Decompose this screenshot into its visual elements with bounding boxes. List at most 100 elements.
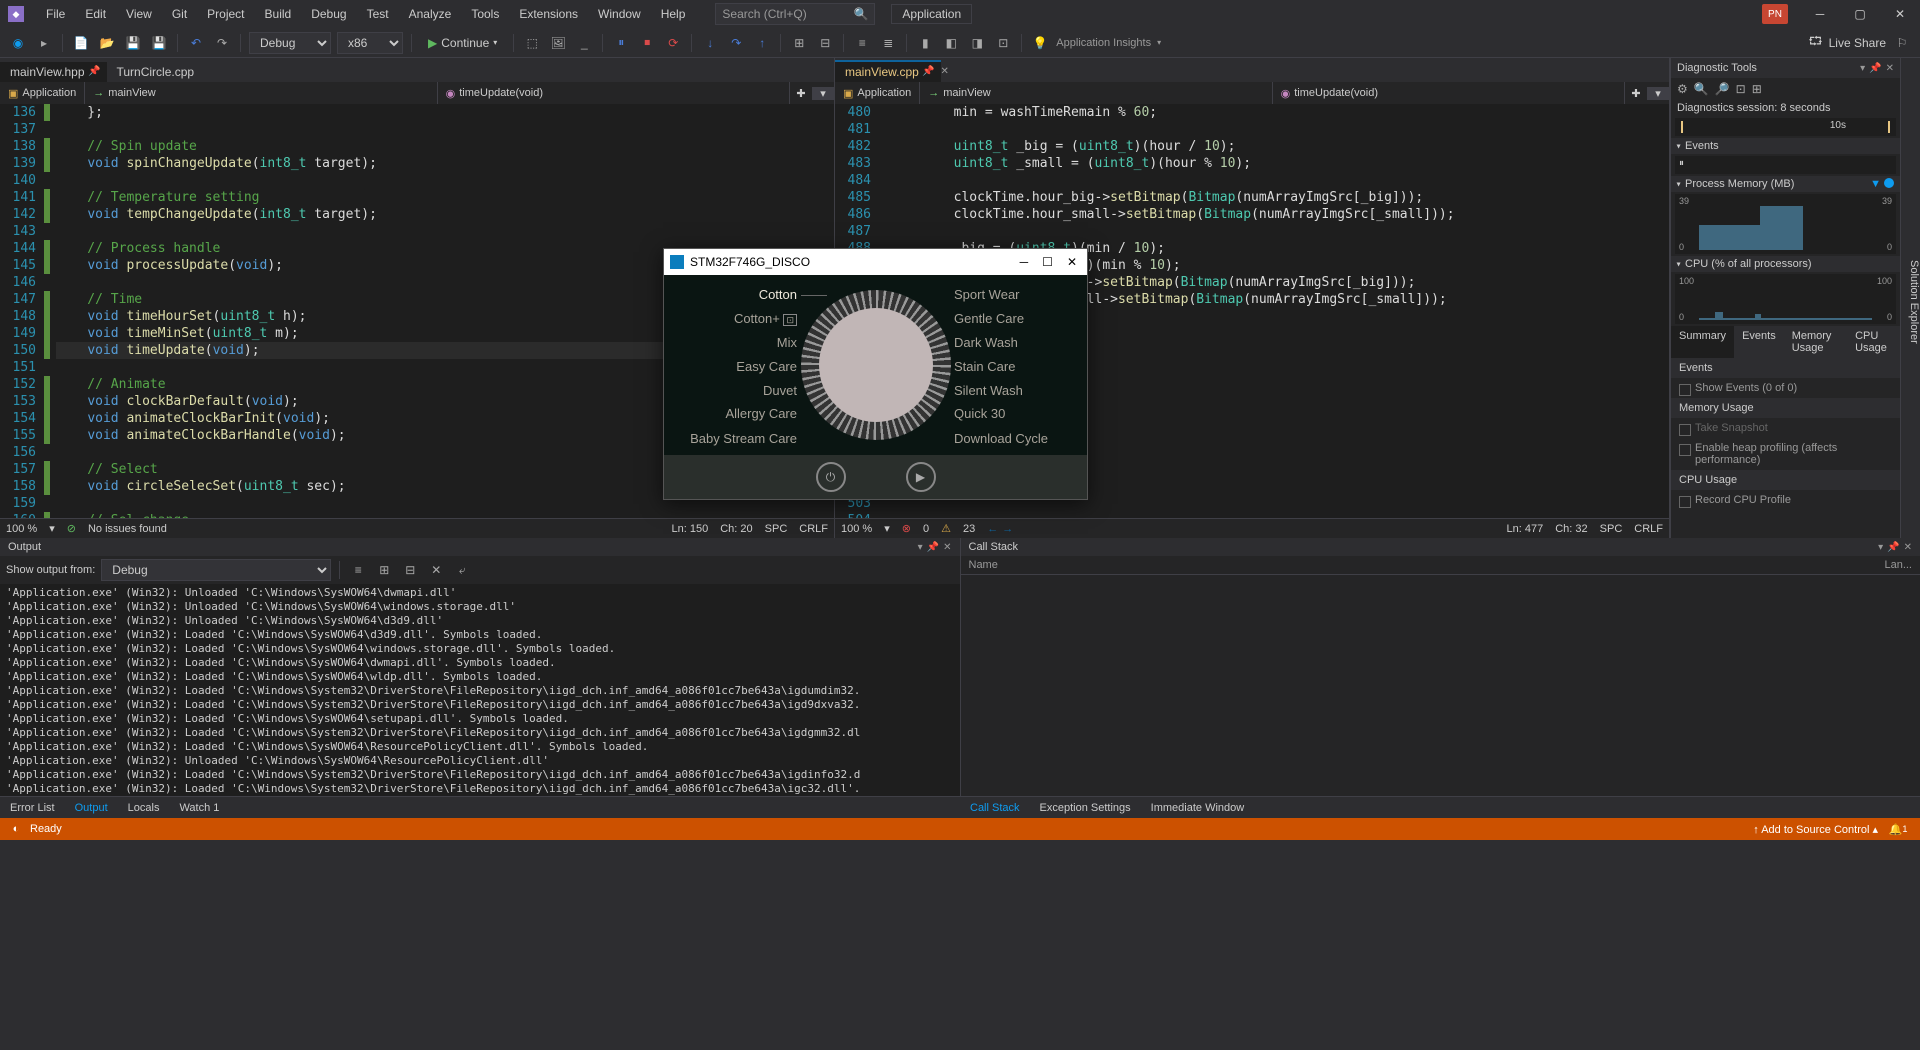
wash-option[interactable]: Gentle Care [954,311,1024,326]
bottom-tab-output[interactable]: Output [65,799,118,817]
zoom-level[interactable]: 100 % [6,523,37,535]
tb-icon-a[interactable]: ⊞ [789,33,809,53]
split-icon[interactable]: ✚ [1625,87,1647,100]
close-icon[interactable]: ✕ [1886,63,1894,74]
tab-mainview-hpp[interactable]: mainView.hpp📌 [0,62,107,82]
tb-icon[interactable]: ⊟ [400,560,420,580]
clear-icon[interactable]: ✕ [426,560,446,580]
save-all-icon[interactable]: 💾 [149,33,169,53]
config-combo[interactable]: Debug [249,32,331,54]
zoom-level-r[interactable]: 100 % [841,523,872,535]
live-share-icon[interactable]: ⮔ [1808,32,1822,53]
bottom-tab-error-list[interactable]: Error List [0,799,65,817]
diag-tab-summary[interactable]: Summary [1671,326,1734,358]
save-icon[interactable]: 💾 [123,33,143,53]
close-icon[interactable]: ✕ [943,542,951,553]
bottom-tab-watch-1[interactable]: Watch 1 [169,799,229,817]
restart-icon[interactable]: ⟳ [663,33,683,53]
live-share-button[interactable]: Live Share [1829,36,1886,50]
wash-option[interactable]: Download Cycle [954,431,1048,446]
wash-option[interactable]: Easy Care [736,359,797,374]
gear-icon[interactable]: ⚙ [1677,82,1688,96]
cpu-section[interactable]: CPU (% of all processors) [1671,256,1900,272]
wash-option[interactable]: Silent Wash [954,383,1023,398]
tb-icon-b[interactable]: ⊟ [815,33,835,53]
menu-build[interactable]: Build [255,3,302,25]
tb-icon-1[interactable]: ⬚ [522,33,542,53]
show-events-item[interactable]: Show Events (0 of 0) [1671,378,1900,398]
marker-icon[interactable]: ▼ [1870,178,1881,190]
take-snapshot-item[interactable]: Take Snapshot [1671,418,1900,438]
dropdown-icon[interactable]: ▾ [812,87,834,100]
nav-next-icon[interactable]: → [1002,523,1013,535]
minimize-button[interactable]: ─ [1020,255,1029,269]
bottom-tab-exception-settings[interactable]: Exception Settings [1030,799,1141,817]
wash-option[interactable]: Cotton [759,287,797,302]
wrap-icon[interactable]: ⤶ [452,560,472,580]
diag-tab-cpu-usage[interactable]: CPU Usage [1847,326,1900,358]
notifications-icon[interactable]: 🔔1 [1890,821,1906,837]
nav-proj[interactable]: ▣Application [0,82,85,104]
reset-icon[interactable]: ⊡ [1736,82,1746,96]
tb-icon-c[interactable]: ≡ [852,33,872,53]
pin-icon[interactable]: 📌 [1869,63,1881,74]
sim-titlebar[interactable]: STM32F746G_DISCO ─ ☐ ✕ [664,249,1087,275]
record-cpu-item[interactable]: Record CPU Profile [1671,490,1900,510]
col-lang[interactable]: Lan... [1884,559,1912,571]
undo-icon[interactable]: ↶ [186,33,206,53]
nav-func-r[interactable]: ◉timeUpdate(void) [1273,82,1625,104]
wash-option[interactable]: Mix [777,335,797,350]
nav-back-icon[interactable]: ◉ [8,33,28,53]
output-source-combo[interactable]: Debug [101,559,331,581]
tb-icon-f[interactable]: ◧ [941,33,961,53]
wash-option[interactable]: Dark Wash [954,335,1018,350]
new-item-icon[interactable]: 📄 [71,33,91,53]
menu-view[interactable]: View [116,3,162,25]
wash-option[interactable]: Stain Care [954,359,1015,374]
time-ruler[interactable]: 10s [1675,118,1896,136]
menu-test[interactable]: Test [357,3,399,25]
wash-option[interactable]: Sport Wear [954,287,1020,302]
wash-option[interactable]: Duvet [763,383,797,398]
zoom-out-icon[interactable]: 🔎 [1715,82,1730,96]
pin-icon[interactable]: 📌 [922,66,934,77]
pin-icon[interactable]: 📌 [927,542,939,553]
wash-option[interactable]: Cotton+ ⊡ [734,311,797,326]
bottom-tab-immediate-window[interactable]: Immediate Window [1141,799,1255,817]
dropdown-icon[interactable]: ▾ [1647,87,1669,100]
maximize-button[interactable]: ▢ [1840,0,1880,28]
callstack-body[interactable] [961,575,1920,796]
close-button[interactable]: ✕ [1880,0,1920,28]
menu-help[interactable]: Help [651,3,696,25]
sim-body[interactable]: CottonCotton+ ⊡MixEasy CareDuvetAllergy … [664,275,1087,455]
solution-explorer-tab[interactable]: Solution Explorer [1900,58,1920,538]
tb-icon-3[interactable]: _ [574,33,594,53]
menu-window[interactable]: Window [588,3,651,25]
enable-heap-item[interactable]: Enable heap profiling (affects performan… [1671,438,1900,470]
tb-icon-h[interactable]: ⊡ [993,33,1013,53]
step-into-icon[interactable]: ↓ [700,33,720,53]
menu-extensions[interactable]: Extensions [509,3,588,25]
feedback-icon[interactable]: ⚐ [1892,33,1912,53]
platform-combo[interactable]: x86 [337,32,403,54]
step-out-icon[interactable]: ↑ [752,33,772,53]
open-icon[interactable]: 📂 [97,33,117,53]
mem-section[interactable]: Process Memory (MB)▼ [1671,176,1900,192]
close-icon[interactable]: ✕ [1904,542,1912,553]
menu-file[interactable]: File [36,3,75,25]
menu-git[interactable]: Git [162,3,197,25]
tb-icon-d[interactable]: ≣ [878,33,898,53]
menu-edit[interactable]: Edit [75,3,116,25]
bottom-tab-locals[interactable]: Locals [118,799,170,817]
events-section[interactable]: Events [1671,138,1900,154]
nav-func[interactable]: ◉timeUpdate(void) [438,82,790,104]
nav-scope-r[interactable]: →mainView [920,82,1272,104]
col-name[interactable]: Name [969,559,1535,571]
continue-button[interactable]: ▶Continue ▾ [420,36,505,50]
minimize-button[interactable]: ─ [1800,0,1840,28]
tool-icon[interactable]: ⊞ [1752,82,1762,96]
power-button[interactable]: ⏻ [816,462,846,492]
insights-label[interactable]: Application Insights [1056,37,1151,49]
close-button[interactable]: ✕ [1067,255,1077,269]
diag-tab-memory-usage[interactable]: Memory Usage [1784,326,1847,358]
